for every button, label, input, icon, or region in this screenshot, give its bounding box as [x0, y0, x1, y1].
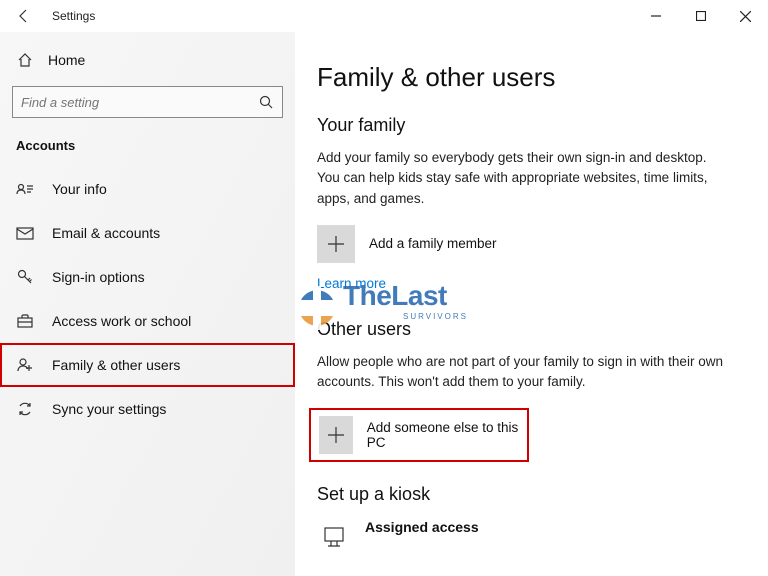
minimize-button[interactable] [633, 1, 678, 31]
kiosk-icon [317, 521, 351, 555]
sidebar-item-label: Your info [52, 181, 107, 197]
search-icon [258, 94, 274, 110]
sidebar-item-label: Email & accounts [52, 225, 160, 241]
search-field[interactable] [12, 86, 283, 118]
add-family-member-button[interactable]: Add a family member [317, 225, 744, 263]
sidebar-item-family-other-users[interactable]: Family & other users [0, 343, 295, 387]
sidebar-home-label: Home [48, 52, 85, 68]
plus-icon [319, 416, 353, 454]
add-someone-else-label: Add someone else to this PC [367, 420, 521, 450]
sidebar-item-label: Sign-in options [52, 269, 145, 285]
assigned-access-label: Assigned access [365, 519, 479, 535]
other-users-title: Other users [317, 319, 744, 340]
add-someone-else-button[interactable]: Add someone else to this PC [309, 408, 529, 462]
your-family-title: Your family [317, 115, 744, 136]
sidebar-item-your-info[interactable]: Your info [0, 167, 295, 211]
maximize-button[interactable] [678, 1, 723, 31]
close-button[interactable] [723, 1, 768, 31]
learn-more-link[interactable]: Learn more [317, 276, 386, 291]
kiosk-title: Set up a kiosk [317, 484, 744, 505]
assigned-access-row[interactable]: Assigned access [317, 519, 744, 555]
people-add-icon [16, 356, 34, 374]
sidebar-item-label: Access work or school [52, 313, 191, 329]
plus-icon [317, 225, 355, 263]
sidebar-item-sync-settings[interactable]: Sync your settings [0, 387, 295, 431]
page-title: Family & other users [317, 62, 744, 93]
briefcase-icon [16, 312, 34, 330]
add-family-member-label: Add a family member [369, 236, 497, 251]
sidebar-item-email-accounts[interactable]: Email & accounts [0, 211, 295, 255]
other-users-text: Allow people who are not part of your fa… [317, 352, 727, 393]
sidebar: Home Accounts Your info Email & accounts… [0, 32, 295, 576]
sidebar-item-signin-options[interactable]: Sign-in options [0, 255, 295, 299]
search-input[interactable] [21, 95, 258, 110]
sidebar-item-label: Family & other users [52, 357, 180, 373]
mail-icon [16, 224, 34, 242]
your-family-text: Add your family so everybody gets their … [317, 148, 727, 209]
sidebar-home[interactable]: Home [0, 40, 295, 80]
back-button[interactable] [12, 4, 36, 28]
person-card-icon [16, 180, 34, 198]
sidebar-item-label: Sync your settings [52, 401, 166, 417]
content-area: Family & other users Your family Add you… [295, 32, 768, 576]
sync-icon [16, 400, 34, 418]
window-title: Settings [52, 9, 95, 23]
home-icon [16, 51, 34, 69]
sidebar-item-access-work-school[interactable]: Access work or school [0, 299, 295, 343]
key-icon [16, 268, 34, 286]
sidebar-category: Accounts [16, 138, 295, 153]
